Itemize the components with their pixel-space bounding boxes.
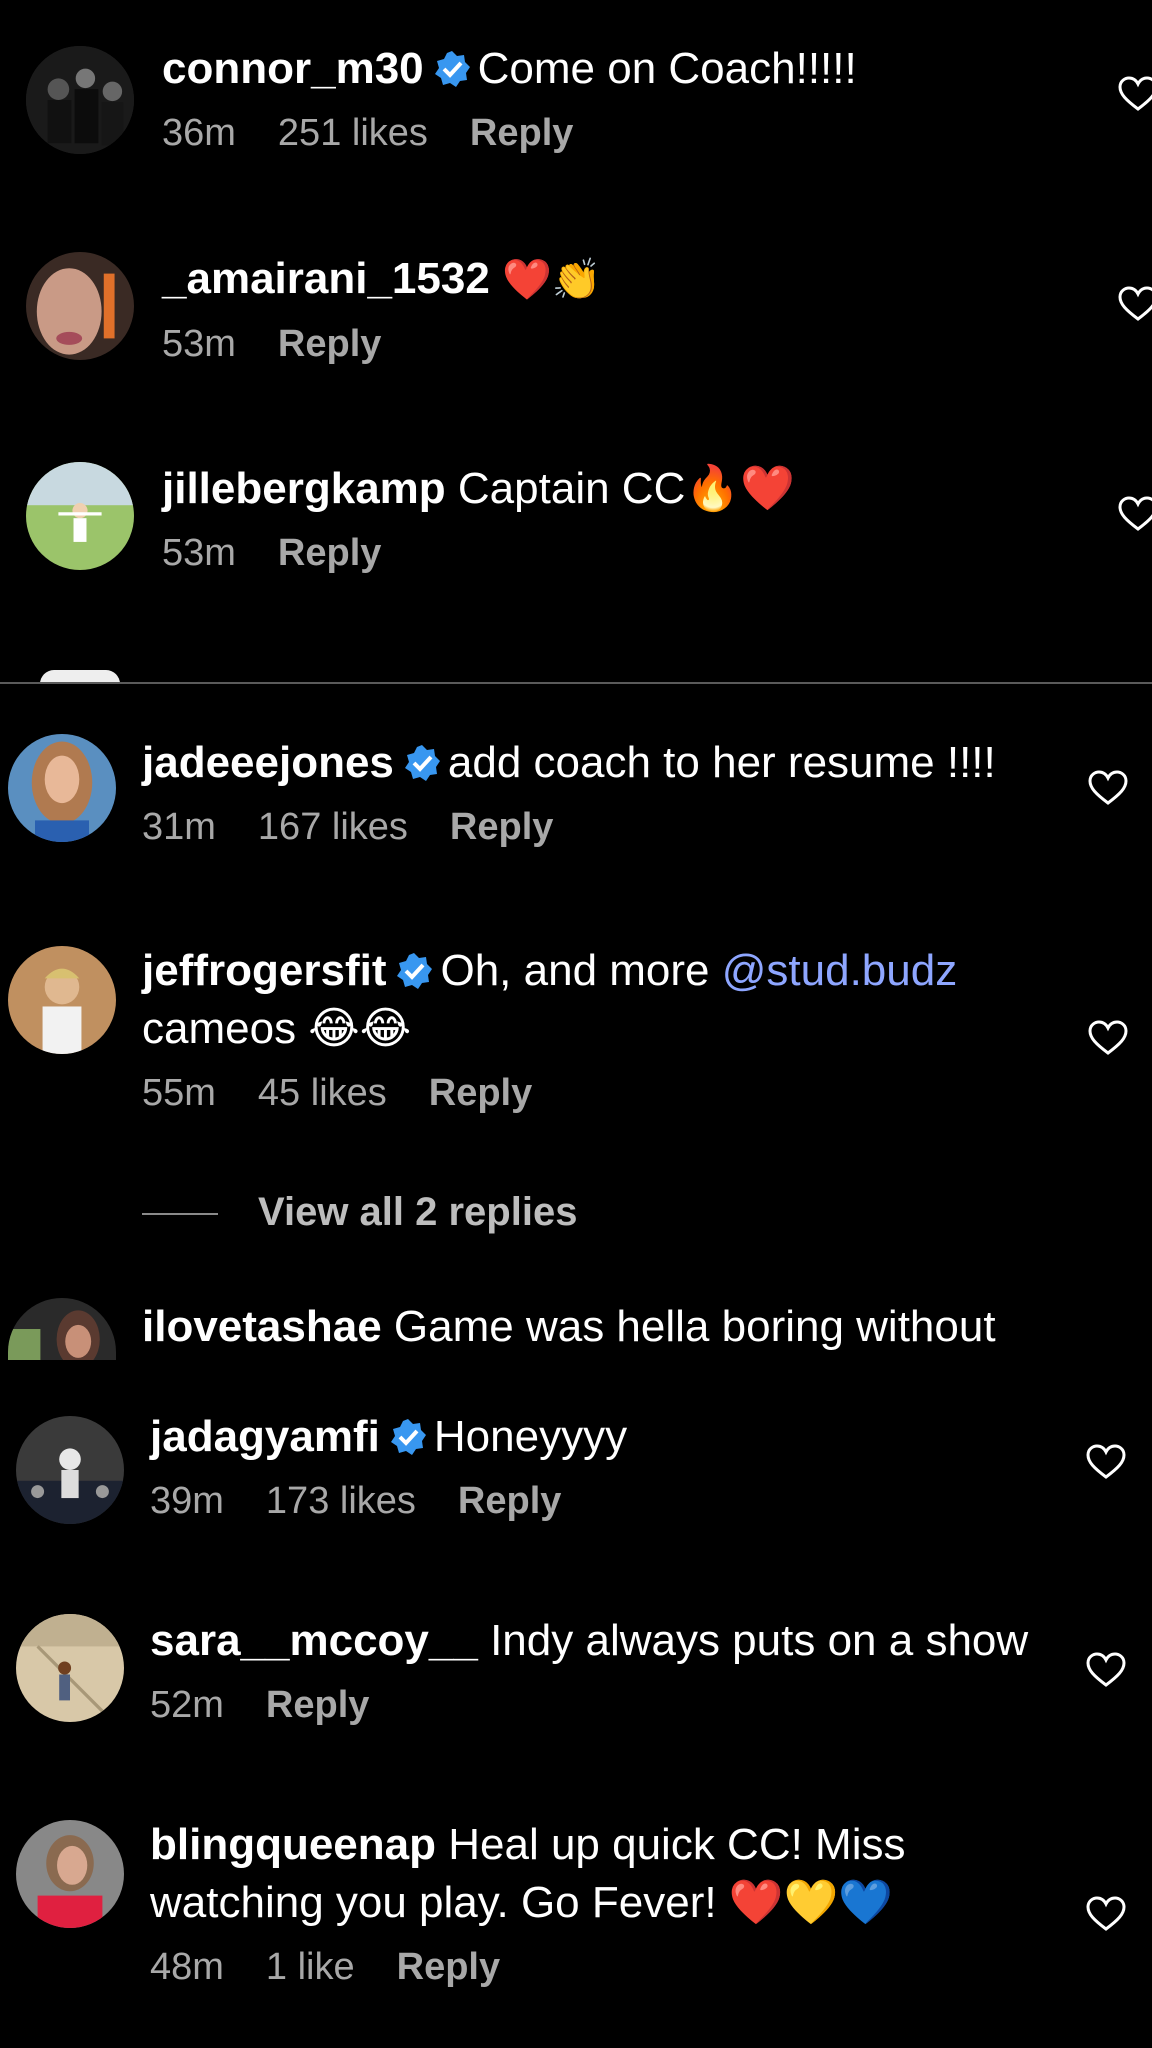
avatar[interactable] bbox=[16, 1416, 124, 1524]
avatar[interactable] bbox=[8, 734, 116, 842]
comment-body: Come on Coach!!!!! bbox=[477, 44, 857, 93]
reply-button[interactable]: Reply bbox=[450, 806, 553, 848]
likes-count[interactable]: 167 likes bbox=[258, 806, 408, 848]
like-heart-icon[interactable] bbox=[1118, 286, 1152, 322]
likes-count[interactable]: 173 likes bbox=[266, 1480, 416, 1522]
timestamp: 53m bbox=[162, 532, 236, 574]
reply-button[interactable]: Reply bbox=[458, 1480, 561, 1522]
timestamp: 39m bbox=[150, 1480, 224, 1522]
avatar[interactable] bbox=[16, 1820, 124, 1928]
username[interactable]: blingqueenap bbox=[150, 1820, 436, 1869]
timestamp: 55m bbox=[142, 1072, 216, 1114]
timestamp: 48m bbox=[150, 1946, 224, 1988]
comment-text-continued: watching you play. Go Fever! ❤️💛💙 bbox=[150, 1878, 894, 1927]
username[interactable]: jeffrogersfit bbox=[142, 946, 386, 995]
reply-button[interactable]: Reply bbox=[470, 112, 573, 154]
reply-button[interactable]: Reply bbox=[397, 1946, 500, 1988]
reply-button[interactable]: Reply bbox=[429, 1072, 532, 1114]
comment-text: jeffrogersfit Oh, and more @stud.budz bbox=[142, 942, 957, 1000]
comment-text: jillebergkamp Captain CC🔥❤️ bbox=[162, 460, 795, 518]
reply-button[interactable]: Reply bbox=[278, 323, 381, 365]
verified-badge-icon bbox=[394, 948, 434, 989]
view-replies-label: View all 2 replies bbox=[258, 1190, 578, 1234]
comment-body: Oh, and more bbox=[440, 946, 722, 995]
comment-body: Heal up quick CC! Miss bbox=[448, 1820, 906, 1869]
verified-badge-icon bbox=[402, 740, 442, 781]
avatar[interactable] bbox=[16, 1614, 124, 1722]
like-heart-icon[interactable] bbox=[1086, 1896, 1126, 1932]
comment-text: _amairani_1532 ❤️👏 bbox=[162, 250, 602, 309]
comment-text: sara__mccoy__ Indy always puts on a show bbox=[150, 1612, 1028, 1670]
username[interactable]: _amairani_1532 bbox=[162, 254, 490, 303]
username[interactable]: sara__mccoy__ bbox=[150, 1616, 478, 1665]
likes-count[interactable]: 251 likes bbox=[278, 112, 428, 154]
comment-meta: 31m 167 likes Reply bbox=[142, 806, 996, 849]
view-replies-button[interactable]: View all 2 replies bbox=[142, 1190, 577, 1235]
comment-meta: 52m Reply bbox=[150, 1684, 1028, 1727]
avatar[interactable] bbox=[8, 946, 116, 1054]
username[interactable]: jadeeejones bbox=[142, 738, 394, 787]
comment-text: blingqueenap Heal up quick CC! Miss bbox=[150, 1816, 906, 1874]
verified-badge-icon bbox=[388, 1414, 428, 1455]
timestamp: 31m bbox=[142, 806, 216, 848]
comment-body: ❤️👏 bbox=[502, 258, 602, 302]
like-heart-icon[interactable] bbox=[1118, 496, 1152, 532]
username[interactable]: jadagyamfi bbox=[150, 1412, 380, 1461]
comment-body: Captain CC🔥❤️ bbox=[457, 464, 795, 513]
comment-text: ilovetashae Game was hella boring withou… bbox=[142, 1298, 996, 1356]
comment-text-continued: cameos 😂😂 bbox=[142, 1004, 412, 1053]
username[interactable]: ilovetashae bbox=[142, 1302, 382, 1351]
comment-text: jadagyamfi Honeyyyy bbox=[150, 1408, 627, 1466]
replies-dash bbox=[142, 1213, 218, 1216]
comment-meta: 39m 173 likes Reply bbox=[150, 1480, 627, 1523]
like-heart-icon[interactable] bbox=[1088, 1020, 1128, 1056]
reply-button[interactable]: Reply bbox=[266, 1684, 369, 1726]
mention-link[interactable]: @stud.budz bbox=[722, 946, 957, 995]
screenshot-divider bbox=[0, 682, 1152, 684]
username[interactable]: connor_m30 bbox=[162, 44, 424, 93]
timestamp: 52m bbox=[150, 1684, 224, 1726]
avatar[interactable] bbox=[26, 252, 134, 360]
like-heart-icon[interactable] bbox=[1086, 1444, 1126, 1480]
comment-meta: 53m Reply bbox=[162, 532, 795, 575]
comment-meta: 53m Reply bbox=[162, 323, 602, 366]
like-heart-icon[interactable] bbox=[1118, 76, 1152, 112]
username[interactable]: jillebergkamp bbox=[162, 464, 446, 513]
comment-meta: 48m 1 like Reply bbox=[150, 1946, 906, 1989]
comment-body: Honeyyyy bbox=[433, 1412, 628, 1461]
avatar[interactable] bbox=[26, 46, 134, 154]
like-heart-icon[interactable] bbox=[1086, 1652, 1126, 1688]
comment-text: jadeeejones add coach to her resume !!!! bbox=[142, 734, 996, 792]
avatar[interactable] bbox=[8, 1298, 116, 1360]
likes-count[interactable]: 1 like bbox=[266, 1946, 355, 1988]
comment-body: Game was hella boring without bbox=[393, 1302, 996, 1351]
timestamp: 53m bbox=[162, 323, 236, 365]
avatar[interactable] bbox=[26, 462, 134, 570]
comment-body: add coach to her resume !!!! bbox=[447, 738, 996, 787]
comment-meta: 36m 251 likes Reply bbox=[162, 112, 857, 155]
comment-meta: 55m 45 likes Reply bbox=[142, 1072, 957, 1115]
verified-badge-icon bbox=[432, 46, 472, 87]
reply-button[interactable]: Reply bbox=[278, 532, 381, 574]
timestamp: 36m bbox=[162, 112, 236, 154]
likes-count[interactable]: 45 likes bbox=[258, 1072, 387, 1114]
comment-body: Indy always puts on a show bbox=[490, 1616, 1029, 1665]
comment-text: connor_m30 Come on Coach!!!!! bbox=[162, 40, 857, 98]
like-heart-icon[interactable] bbox=[1088, 770, 1128, 806]
